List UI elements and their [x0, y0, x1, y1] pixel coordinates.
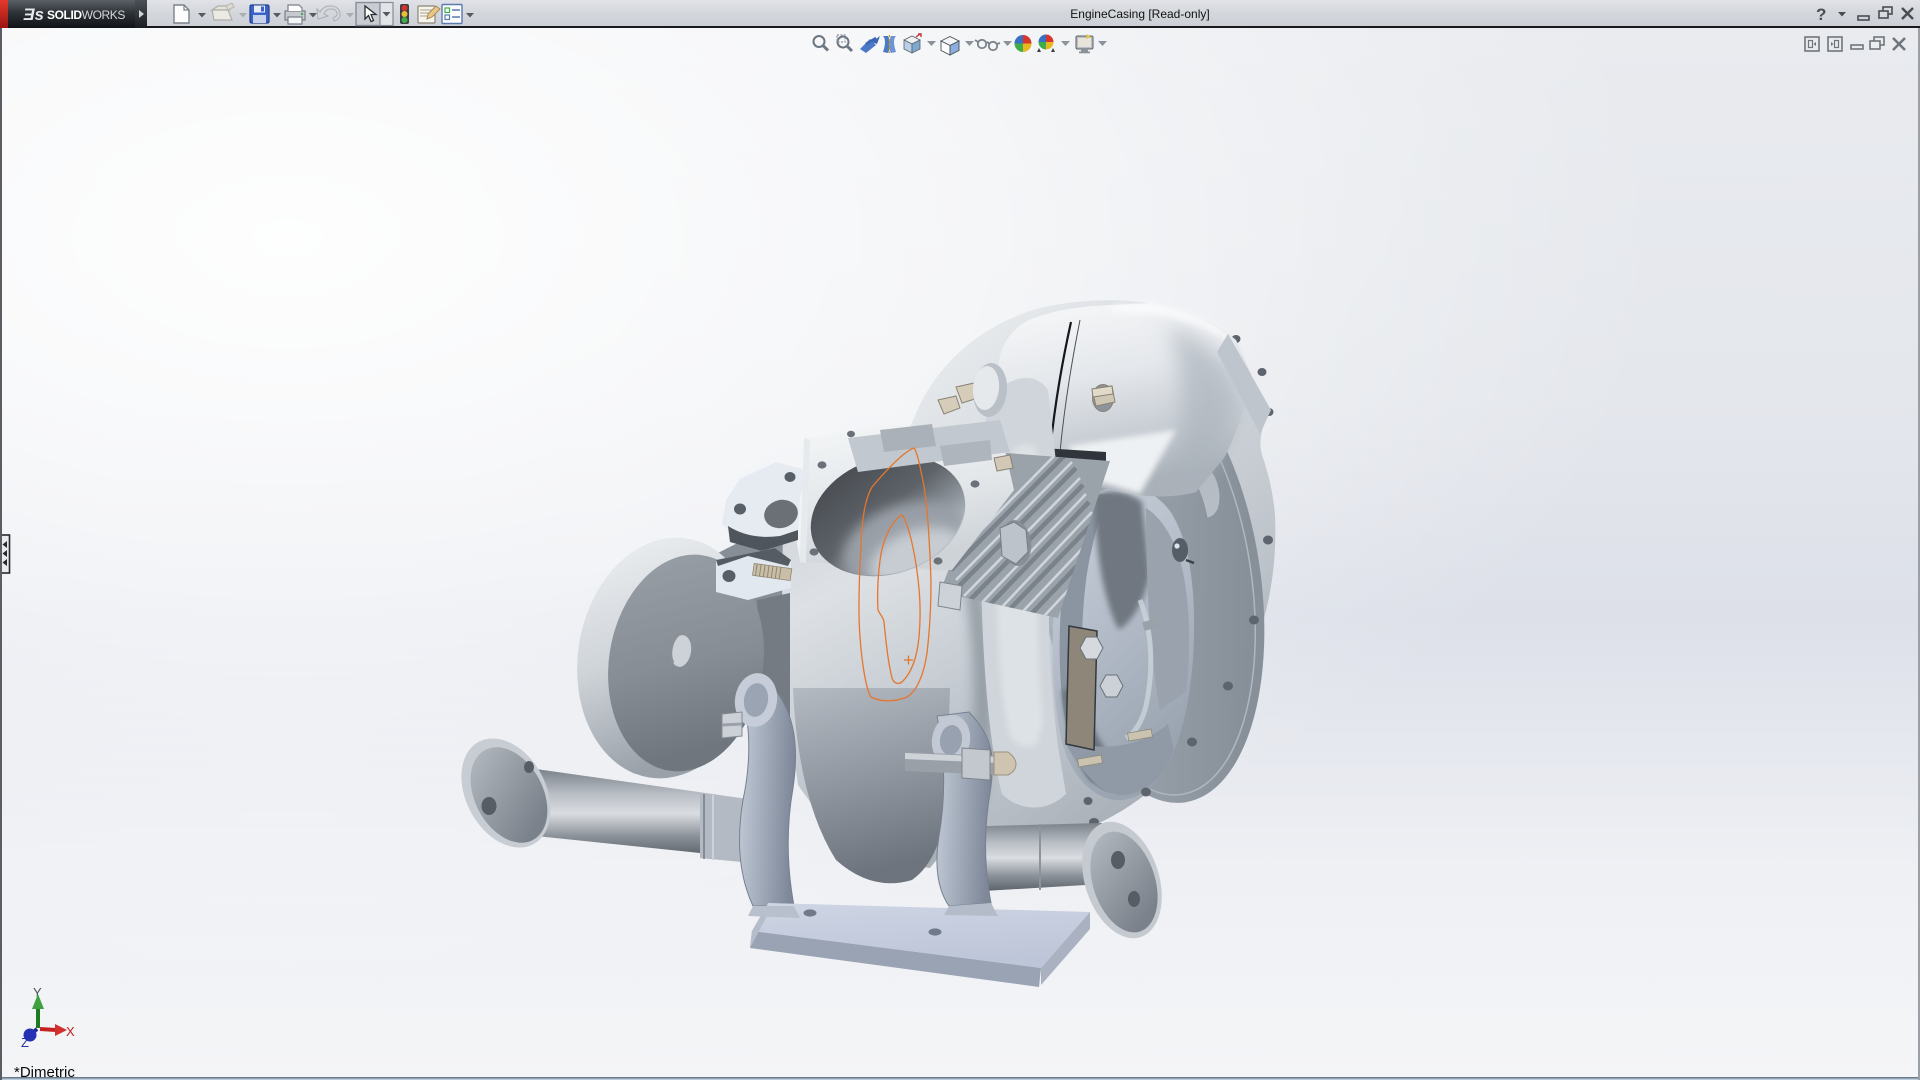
svg-text:X: X	[66, 1024, 75, 1039]
svg-text:*Dimetric: *Dimetric	[14, 1064, 75, 1080]
svg-text:?: ?	[1816, 5, 1826, 24]
svg-text:Z: Z	[21, 1035, 29, 1050]
svg-text:Ǝs: Ǝs	[23, 5, 44, 24]
